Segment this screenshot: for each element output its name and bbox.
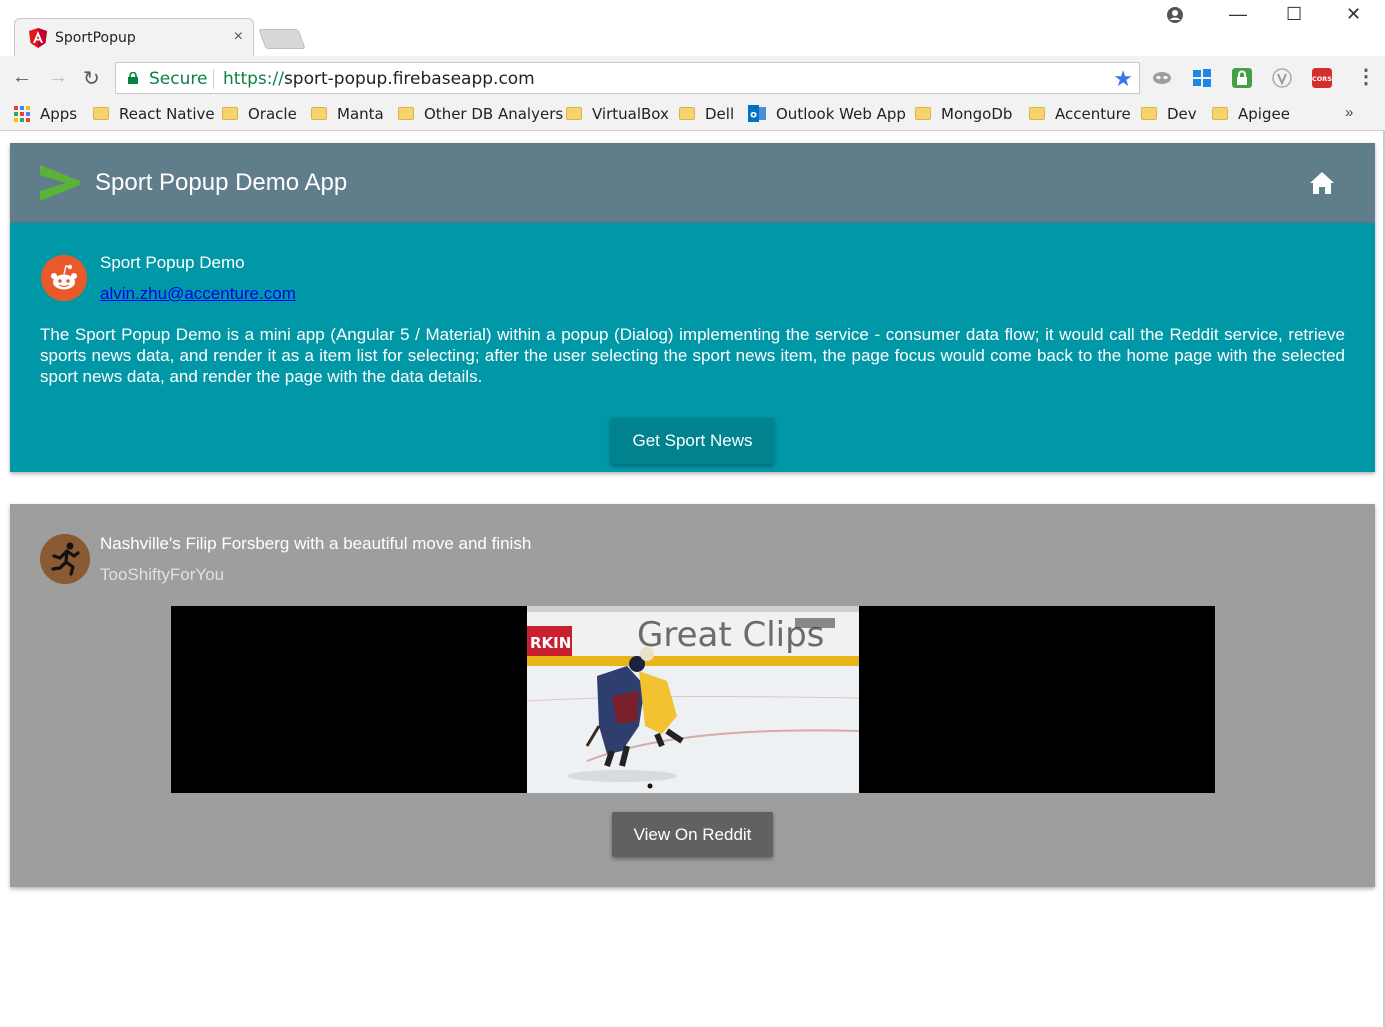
bookmark-label: React Native	[119, 105, 215, 123]
browser-chrome: SportPopup × — ☐ ✕ ← → ↻ Secure https://…	[0, 0, 1385, 131]
view-on-reddit-button[interactable]: View On Reddit	[612, 812, 773, 857]
secure-label: Secure	[149, 69, 208, 89]
browser-tab[interactable]: SportPopup ×	[14, 18, 254, 56]
folder-icon	[311, 107, 327, 120]
omnibox-divider	[213, 69, 214, 89]
card-description: The Sport Popup Demo is a mini app (Angu…	[40, 325, 1345, 386]
app-toolbar: Sport Popup Demo App	[10, 143, 1375, 223]
back-icon[interactable]: ←	[12, 66, 32, 89]
folder-icon	[566, 107, 582, 120]
news-author: TooShiftyForYou	[100, 565, 225, 584]
bookmark-label: Dell	[705, 105, 735, 123]
address-bar[interactable]: Secure https://sport-popup.firebaseapp.c…	[115, 62, 1140, 94]
tab-close-icon[interactable]: ×	[234, 28, 243, 46]
hockey-video-frame: RKIN Great Clips	[527, 606, 859, 793]
bookmark-label: Apigee	[1238, 105, 1290, 123]
bookmark-label: Accenture	[1055, 105, 1131, 123]
url-host: sport-popup.firebaseapp.com	[283, 69, 535, 89]
bookmark-outlook[interactable]: o Outlook Web App	[748, 105, 906, 123]
bookmark-manta[interactable]: Manta	[311, 105, 384, 123]
bookmark-label: Other DB Analyers	[424, 105, 564, 123]
bookmark-apps[interactable]: Apps	[14, 105, 77, 123]
bookmark-label: Outlook Web App	[776, 105, 906, 123]
bookmark-oracle[interactable]: Oracle	[222, 105, 297, 123]
reload-icon[interactable]: ↻	[83, 66, 100, 91]
maximize-icon[interactable]: ☐	[1286, 4, 1302, 25]
author-email-link[interactable]: alvin.zhu@accenture.com	[100, 284, 296, 304]
cors-ext-label: CORS	[1312, 75, 1332, 83]
folder-icon	[679, 107, 695, 120]
bookmark-star-icon[interactable]: ★	[1113, 66, 1133, 92]
account-icon[interactable]	[1166, 6, 1184, 24]
bookmark-label: MongoDb	[941, 105, 1013, 123]
get-sport-news-button[interactable]: Get Sport News	[611, 418, 774, 464]
bookmarks-overflow-icon[interactable]: »	[1345, 104, 1353, 121]
accenture-logo-icon	[40, 165, 80, 201]
forward-icon[interactable]: →	[48, 66, 68, 89]
intro-card: Sport Popup Demo alvin.zhu@accenture.com…	[10, 223, 1375, 472]
cors-ext-icon[interactable]: CORS	[1312, 68, 1332, 88]
browser-menu-icon[interactable]: ⋮	[1356, 64, 1376, 89]
news-title: Nashville's Filip Forsberg with a beauti…	[100, 534, 532, 553]
mask-ext-icon[interactable]	[1152, 68, 1172, 88]
browser-toolbar: ← → ↻ Secure https://sport-popup.firebas…	[0, 56, 1385, 98]
angular-icon	[29, 28, 47, 48]
runner-avatar-icon	[40, 534, 90, 584]
url-scheme: https://	[223, 69, 284, 89]
bookmark-label: Apps	[40, 105, 78, 123]
board-ad-text: RKIN	[530, 634, 571, 652]
bookmark-dev[interactable]: Dev	[1141, 105, 1197, 123]
news-card: Nashville's Filip Forsberg with a beauti…	[10, 504, 1375, 887]
folder-icon	[1141, 107, 1157, 120]
close-window-icon[interactable]: ✕	[1346, 4, 1361, 25]
lock-ext-icon[interactable]	[1232, 68, 1252, 88]
folder-icon	[1029, 107, 1045, 120]
bookmark-virtualbox[interactable]: VirtualBox	[566, 105, 669, 123]
page-content: Sport Popup Demo App Sport Popup Demo al…	[0, 131, 1385, 1027]
apps-grid-icon	[14, 106, 30, 122]
bookmark-label: VirtualBox	[592, 105, 669, 123]
v-ext-icon[interactable]	[1272, 68, 1292, 88]
tab-strip: SportPopup × — ☐ ✕	[0, 0, 1385, 56]
folder-icon	[93, 107, 109, 120]
outlook-icon: o	[748, 105, 766, 122]
folder-icon	[398, 107, 414, 120]
minimize-icon[interactable]: —	[1229, 4, 1247, 25]
tab-title: SportPopup	[55, 30, 136, 46]
bookmark-mongodb[interactable]: MongoDb	[915, 105, 1012, 123]
windows-ext-icon[interactable]	[1192, 68, 1212, 88]
folder-icon	[915, 107, 931, 120]
bookmark-other-db[interactable]: Other DB Analyers	[398, 105, 563, 123]
bookmark-react-native[interactable]: React Native	[93, 105, 215, 123]
news-video[interactable]: RKIN Great Clips	[171, 606, 1215, 793]
app-title: Sport Popup Demo App	[95, 169, 348, 196]
new-tab-button[interactable]	[258, 29, 306, 49]
bookmark-label: Manta	[337, 105, 384, 123]
reddit-icon	[41, 255, 87, 301]
folder-icon	[222, 107, 238, 120]
folder-icon	[1212, 107, 1228, 120]
bookmark-label: Oracle	[248, 105, 297, 123]
lock-icon	[128, 72, 138, 84]
bookmark-dell[interactable]: Dell	[679, 105, 734, 123]
bookmark-label: Dev	[1167, 105, 1197, 123]
bookmark-accenture[interactable]: Accenture	[1029, 105, 1131, 123]
home-icon[interactable]	[1309, 171, 1335, 195]
bookmarks-bar: Apps React Native Oracle Manta Other DB …	[0, 98, 1385, 131]
card-title: Sport Popup Demo	[100, 253, 245, 272]
svg-text:o: o	[750, 110, 757, 121]
bookmark-apigee[interactable]: Apigee	[1212, 105, 1290, 123]
url-text[interactable]: https://sport-popup.firebaseapp.com	[223, 69, 535, 89]
